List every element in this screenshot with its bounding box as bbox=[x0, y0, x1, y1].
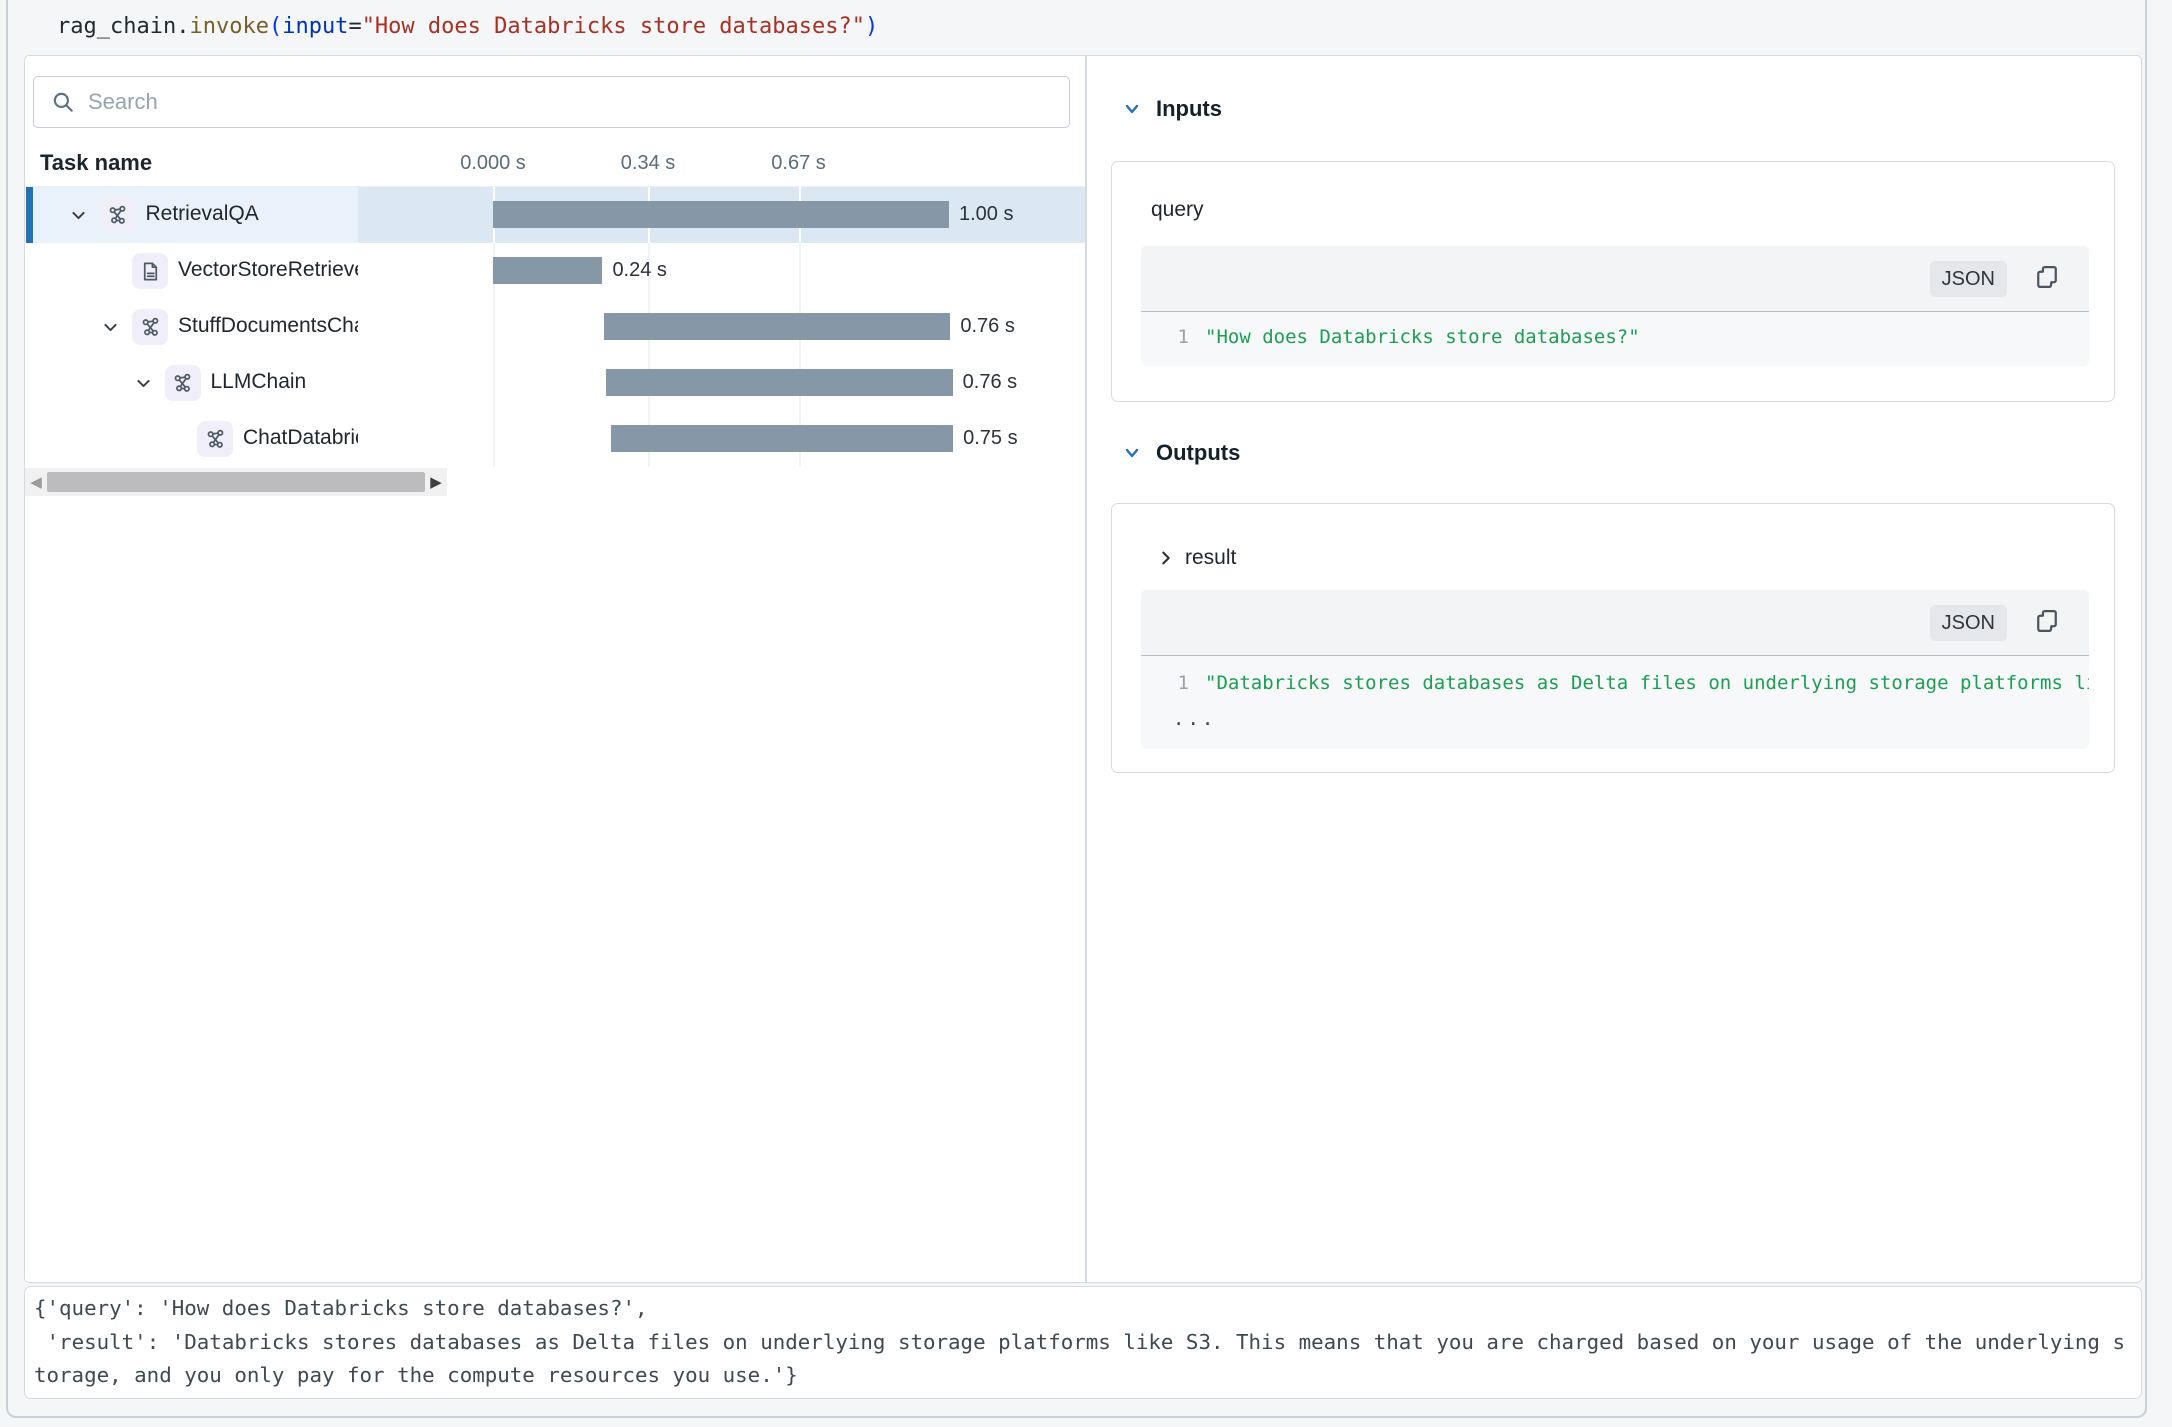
inputs-card: query JSON 1 "How does Databricks store … bbox=[1111, 161, 2115, 402]
query-field-label: query bbox=[1151, 198, 1204, 222]
duration-label: 0.76 s bbox=[960, 315, 1014, 338]
axis-tick-label: 0.67 s bbox=[771, 152, 825, 175]
duration-bar bbox=[493, 201, 949, 228]
axis-tick-label: 0.34 s bbox=[621, 152, 675, 175]
task-name-label: LLMChain bbox=[211, 370, 307, 394]
line-number: 1 bbox=[1141, 672, 1189, 694]
invocation-code: rag_chain.invoke(input="How does Databri… bbox=[57, 14, 878, 39]
axis-tick-label: 0.000 s bbox=[460, 152, 526, 175]
task-name-label: VectorStoreRetriever bbox=[178, 258, 358, 282]
code-token: invoke bbox=[189, 14, 268, 39]
code-token: "How does Databricks store databases?" bbox=[362, 14, 865, 39]
scroll-left-arrow[interactable]: ◀ bbox=[25, 473, 47, 491]
cell-output-text: {'query': 'How does Databricks store dat… bbox=[34, 1292, 2134, 1393]
expand-chevron-icon[interactable] bbox=[135, 375, 152, 397]
duration-bar bbox=[611, 425, 953, 452]
outputs-title: Outputs bbox=[1156, 440, 1240, 466]
task-name-label: ChatDatabricks bbox=[243, 426, 358, 450]
query-json-viewer: JSON 1 "How does Databricks store databa… bbox=[1141, 246, 2089, 366]
duration-label: 1.00 s bbox=[959, 203, 1013, 226]
result-json-viewer: JSON 1 "Databricks stores databases as D… bbox=[1141, 590, 2089, 749]
task-name-label: RetrievalQA bbox=[146, 202, 259, 226]
copy-icon[interactable] bbox=[2033, 607, 2061, 638]
task-row-VectorStoreRetriever[interactable]: VectorStoreRetriever 0.24 s bbox=[26, 243, 1085, 299]
duration-bar bbox=[604, 313, 951, 340]
duration-label: 0.75 s bbox=[963, 427, 1017, 450]
query-json-value: "How does Databricks store databases?" bbox=[1205, 326, 2089, 348]
timeline-gridline bbox=[493, 299, 495, 355]
chain-icon bbox=[132, 309, 168, 345]
inputs-section-toggle[interactable]: Inputs bbox=[1122, 96, 1222, 122]
duration-label: 0.24 s bbox=[612, 259, 666, 282]
outputs-section-toggle[interactable]: Outputs bbox=[1122, 440, 1240, 466]
result-field-label: result bbox=[1185, 546, 1236, 570]
mlflow-trace-view: rag_chain.invoke(input="How does Databri… bbox=[0, 0, 2172, 1427]
expand-chevron-icon[interactable] bbox=[102, 319, 119, 341]
json-viewer-body: 1 "Databricks stores databases as Delta … bbox=[1141, 656, 2089, 749]
duration-bar bbox=[493, 257, 602, 284]
code-token: ( bbox=[269, 14, 282, 39]
timeline-gridline bbox=[493, 411, 495, 467]
task-search-box bbox=[33, 76, 1070, 128]
code-token: . bbox=[176, 14, 189, 39]
task-row-ChatDatabricks[interactable]: ChatDatabricks 0.75 s bbox=[26, 411, 1085, 467]
search-icon bbox=[50, 89, 76, 115]
json-viewer-toolbar: JSON bbox=[1141, 590, 2089, 656]
chevron-down-icon bbox=[1122, 99, 1142, 119]
task-row-StuffDocumentsChain[interactable]: StuffDocumentsChain 0.76 s bbox=[26, 299, 1085, 355]
json-truncation-ellipsis: ... bbox=[1173, 708, 2089, 730]
json-format-button[interactable]: JSON bbox=[1930, 605, 2007, 641]
code-token: ) bbox=[865, 14, 878, 39]
duration-label: 0.76 s bbox=[963, 371, 1017, 394]
selected-row-accent bbox=[26, 187, 33, 243]
scrollbar-thumb[interactable] bbox=[47, 472, 425, 492]
horizontal-scrollbar[interactable]: ◀ ▶ bbox=[25, 468, 447, 496]
chevron-down-icon bbox=[1122, 443, 1142, 463]
chain-icon bbox=[197, 421, 233, 457]
search-input[interactable] bbox=[76, 77, 1069, 127]
json-viewer-toolbar: JSON bbox=[1141, 246, 2089, 312]
json-viewer-body: 1 "How does Databricks store databases?" bbox=[1141, 312, 2089, 366]
duration-bar bbox=[606, 369, 953, 396]
task-row-RetrievalQA[interactable]: RetrievalQA 1.00 s bbox=[26, 187, 1085, 243]
json-format-button[interactable]: JSON bbox=[1930, 261, 2007, 297]
chain-icon bbox=[100, 197, 136, 233]
scroll-right-arrow[interactable]: ▶ bbox=[425, 473, 447, 491]
timeline-gridline bbox=[493, 355, 495, 411]
line-number: 1 bbox=[1141, 326, 1189, 348]
code-token: input bbox=[282, 14, 348, 39]
result-json-value: "Databricks stores databases as Delta fi… bbox=[1205, 672, 2089, 694]
task-name-column-header: Task name bbox=[40, 150, 152, 176]
timeline-gridline bbox=[799, 243, 801, 299]
code-token: rag_chain bbox=[57, 14, 176, 39]
inputs-title: Inputs bbox=[1156, 96, 1222, 122]
task-row-LLMChain[interactable]: LLMChain 0.76 s bbox=[26, 355, 1085, 411]
panel-divider bbox=[1085, 56, 1087, 1283]
retriever-icon bbox=[132, 253, 168, 289]
cell-output-box: {'query': 'How does Databricks store dat… bbox=[24, 1286, 2142, 1399]
chain-icon bbox=[165, 365, 201, 401]
chevron-right-icon bbox=[1157, 549, 1175, 567]
outputs-card: result JSON 1 "Databricks stores databas… bbox=[1111, 503, 2115, 773]
result-expand-toggle[interactable]: result bbox=[1157, 546, 1236, 570]
task-name-label: StuffDocumentsChain bbox=[178, 314, 358, 338]
code-token: = bbox=[348, 14, 361, 39]
expand-chevron-icon[interactable] bbox=[70, 207, 87, 229]
copy-icon[interactable] bbox=[2033, 263, 2061, 294]
